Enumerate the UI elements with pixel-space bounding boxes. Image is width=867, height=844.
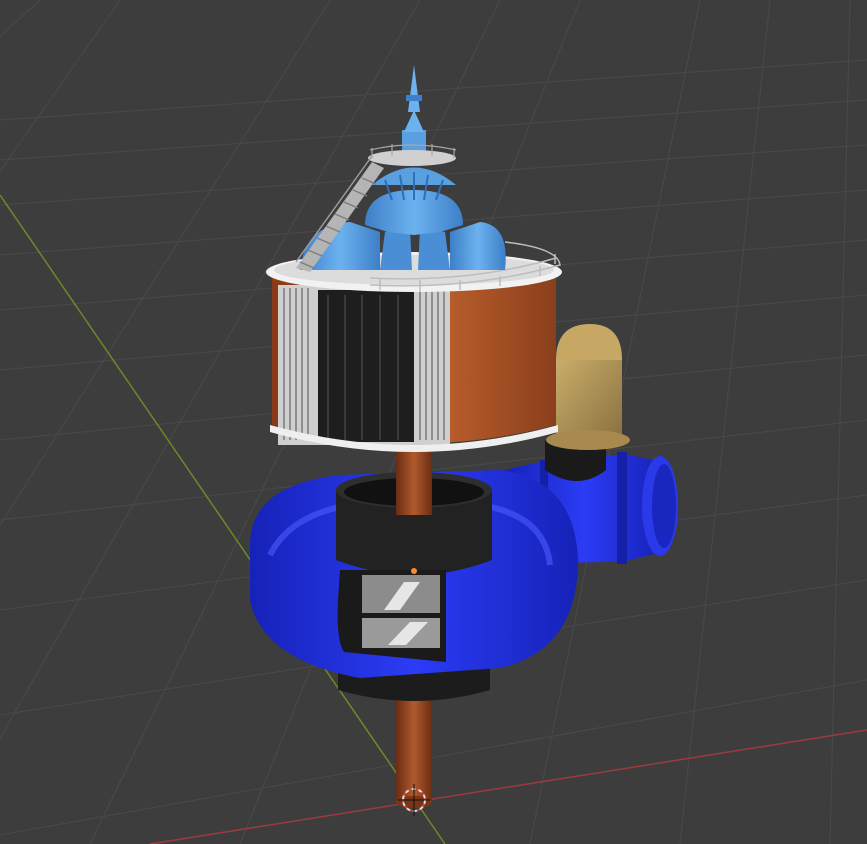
rotor-spider[interactable]	[300, 167, 506, 271]
x-axis-line	[149, 729, 867, 844]
3d-viewport[interactable]	[0, 0, 867, 844]
generator-stator[interactable]	[270, 272, 558, 452]
wicket-gate-window[interactable]	[337, 568, 446, 662]
viewport-canvas[interactable]	[0, 0, 867, 844]
object-origin-icon[interactable]	[411, 568, 417, 574]
shaft-upper[interactable]	[396, 445, 432, 515]
